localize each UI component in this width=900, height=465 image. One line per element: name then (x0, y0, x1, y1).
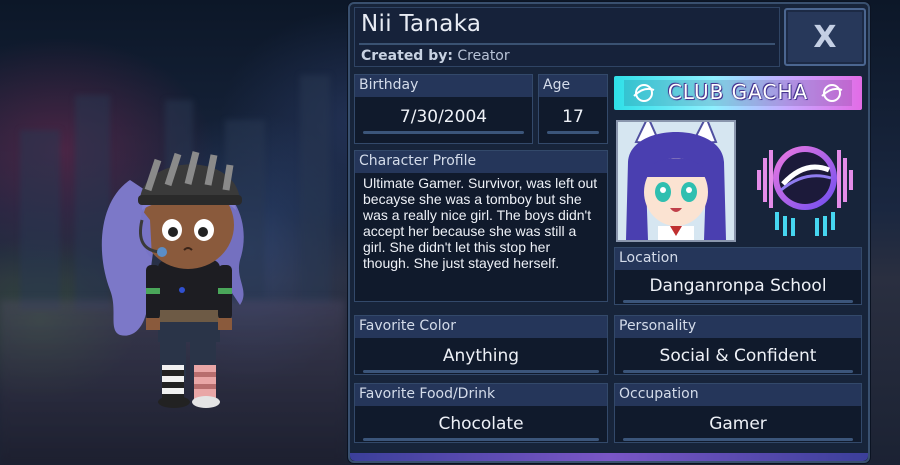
location-value: Danganronpa School (649, 276, 827, 296)
created-by-label: Created by: (361, 48, 453, 64)
personality-label: Personality (615, 316, 861, 338)
character-profile-field[interactable]: Character Profile Ultimate Gamer. Surviv… (354, 150, 608, 302)
occupation-label: Occupation (615, 384, 861, 406)
personality-value: Social & Confident (659, 346, 817, 366)
personality-field[interactable]: Personality Social & Confident (614, 315, 862, 375)
favorite-food-label: Favorite Food/Drink (355, 384, 607, 406)
character-profile-label: Character Profile (355, 151, 607, 173)
close-icon: X (813, 19, 837, 55)
favorite-food-value: Chocolate (438, 414, 524, 434)
occupation-field[interactable]: Occupation Gamer (614, 383, 862, 443)
name-header: Nii Tanaka Created by: Creator (354, 7, 780, 67)
gacha-planet-logo (757, 146, 853, 236)
club-gacha-banner: CLUB GACHA (614, 76, 862, 110)
birthday-underline (363, 131, 524, 134)
age-underline (547, 131, 599, 134)
birthday-value: 7/30/2004 (399, 107, 488, 127)
favorite-color-underline (363, 370, 599, 373)
favorite-color-field[interactable]: Favorite Color Anything (354, 315, 608, 375)
occupation-underline (623, 438, 853, 441)
location-underline (623, 300, 853, 303)
age-field[interactable]: Age 17 (538, 74, 608, 144)
portrait-image (618, 122, 734, 240)
birthday-field[interactable]: Birthday 7/30/2004 (354, 74, 533, 144)
personality-underline (623, 370, 853, 373)
favorite-color-label: Favorite Color (355, 316, 607, 338)
created-by-value: Creator (457, 48, 510, 64)
character-portrait (616, 120, 736, 242)
age-value: 17 (562, 107, 584, 127)
name-underline (359, 43, 775, 45)
location-field[interactable]: Location Danganronpa School (614, 247, 862, 305)
favorite-color-value: Anything (442, 346, 520, 366)
birthday-label: Birthday (355, 75, 532, 97)
panel-bottom-bar (350, 453, 868, 461)
occupation-value: Gamer (709, 414, 767, 434)
location-label: Location (615, 248, 861, 270)
favorite-food-field[interactable]: Favorite Food/Drink Chocolate (354, 383, 608, 443)
created-by: Created by: Creator (361, 48, 510, 64)
character-avatar (101, 151, 244, 408)
character-profile-text: Ultimate Gamer. Survivor, was left out b… (363, 175, 598, 271)
favorite-food-underline (363, 438, 599, 441)
character-name: Nii Tanaka (361, 11, 482, 37)
close-button[interactable]: X (784, 8, 866, 66)
background-building (20, 130, 60, 310)
character-info-panel: Nii Tanaka Created by: Creator X Birthda… (348, 2, 870, 463)
planet-icon (821, 84, 843, 102)
age-label: Age (539, 75, 607, 97)
